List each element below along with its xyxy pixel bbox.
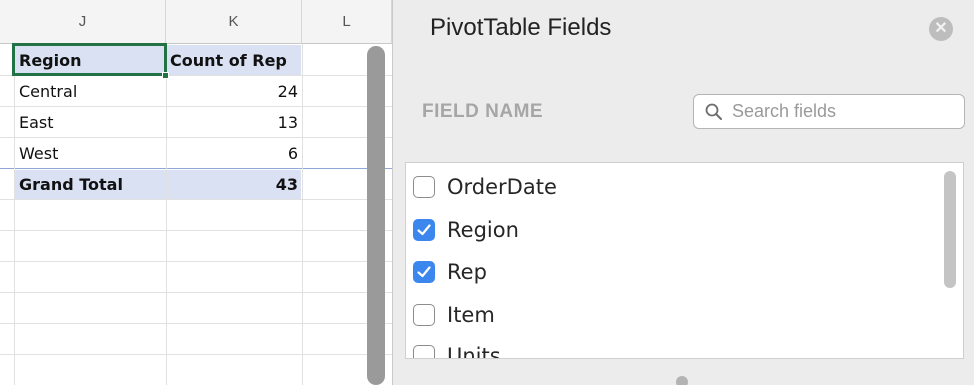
- checkbox-rep[interactable]: [413, 261, 435, 283]
- search-icon: [705, 103, 722, 120]
- fill-handle[interactable]: [162, 72, 169, 79]
- row-line: [0, 230, 392, 231]
- grand-total-value[interactable]: 43: [170, 169, 298, 200]
- column-header-l[interactable]: L: [302, 0, 392, 44]
- search-fields-box[interactable]: [693, 94, 965, 129]
- active-cell-border: [12, 43, 167, 76]
- column-header-j[interactable]: J: [0, 0, 166, 44]
- checkbox-region[interactable]: [413, 219, 435, 241]
- pane-resize-grip[interactable]: [676, 376, 688, 385]
- table-row-value[interactable]: 6: [170, 138, 298, 169]
- checkbox-item[interactable]: [413, 304, 435, 326]
- field-item-label: Region: [447, 218, 519, 242]
- table-row-value[interactable]: 24: [170, 76, 298, 107]
- close-icon: ✕: [934, 20, 948, 37]
- close-pane-button[interactable]: ✕: [929, 17, 953, 41]
- row-line: [0, 261, 392, 262]
- table-row-label[interactable]: Central: [19, 76, 164, 107]
- checkbox-orderdate[interactable]: [413, 176, 435, 198]
- row-line: [0, 323, 392, 324]
- sheet-vertical-scrollbar[interactable]: [367, 46, 385, 385]
- field-item-orderdate[interactable]: OrderDate: [413, 172, 557, 202]
- field-name-header: FIELD NAME: [422, 101, 544, 122]
- grand-total-label[interactable]: Grand Total: [19, 169, 164, 200]
- field-list-scrollbar[interactable]: [944, 171, 956, 288]
- table-row-label[interactable]: East: [19, 107, 164, 138]
- col-line: [14, 44, 15, 385]
- field-item-item[interactable]: Item: [413, 300, 495, 330]
- col-line: [166, 44, 167, 385]
- col-line: [302, 44, 303, 385]
- pivot-value-header-cell[interactable]: Count of Rep: [170, 45, 298, 76]
- checkbox-units[interactable]: [413, 345, 435, 358]
- table-row-value[interactable]: 13: [170, 107, 298, 138]
- pivottable-fields-pane: PivotTable Fields ✕ FIELD NAME OrderDate…: [392, 0, 974, 385]
- checkmark-icon: [417, 266, 431, 278]
- search-fields-input[interactable]: [732, 101, 952, 122]
- field-item-region[interactable]: Region: [413, 215, 519, 245]
- pane-title: PivotTable Fields: [430, 14, 612, 41]
- row-line: [0, 292, 392, 293]
- row-line: [0, 354, 392, 355]
- field-list: OrderDate Region Rep Item Units: [405, 162, 964, 359]
- field-item-label: OrderDate: [447, 175, 557, 199]
- field-item-label: Units: [447, 344, 501, 359]
- spreadsheet-grid: J K L Region Count of Rep Central 24 Eas…: [0, 0, 392, 385]
- field-item-units[interactable]: Units: [413, 341, 501, 359]
- field-item-label: Item: [447, 303, 495, 327]
- column-header-k[interactable]: K: [166, 0, 302, 44]
- field-item-rep[interactable]: Rep: [413, 257, 487, 287]
- table-row-label[interactable]: West: [19, 138, 164, 169]
- field-item-label: Rep: [447, 260, 487, 284]
- checkmark-icon: [417, 224, 431, 236]
